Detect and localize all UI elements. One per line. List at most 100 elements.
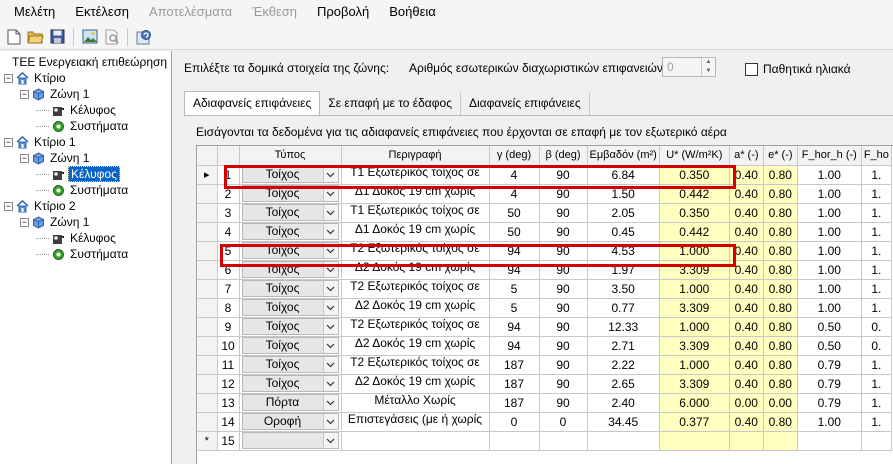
menu-item-3[interactable]: Έκθεση [242, 0, 307, 24]
e-cell[interactable]: 0.80 [763, 412, 798, 432]
description-cell[interactable]: Δ2 Δοκός 19 cm χωρίς [341, 298, 490, 318]
b-cell[interactable]: 90 [539, 241, 588, 261]
e-cell[interactable]: 0.00 [763, 393, 798, 413]
b-cell[interactable] [539, 431, 588, 451]
fh2-cell[interactable] [861, 431, 892, 451]
a-cell[interactable]: 0.40 [729, 279, 764, 299]
table-row[interactable]: 3 Τοίχος Τ1 Εξωτερικός τοίχος σε 50 90 2.05 0.… [197, 203, 892, 223]
column-header[interactable]: Τύπος [239, 146, 342, 166]
new-file-icon[interactable] [4, 27, 23, 46]
a-cell[interactable]: 0.40 [729, 222, 764, 242]
tree-node-systems[interactable]: Συστήματα [36, 246, 130, 262]
g-cell[interactable]: 5 [489, 298, 540, 318]
type-dropdown[interactable]: Οροφή [241, 413, 339, 430]
g-cell[interactable]: 50 [489, 203, 540, 223]
tree-node-building[interactable]: − Κτίριο 1 [4, 134, 78, 150]
fh-cell[interactable]: 1.00 [797, 260, 862, 280]
type-cell[interactable]: Οροφή [239, 412, 342, 432]
table-row[interactable]: ▸ 1 Τοίχος Τ1 Εξωτερικός τοίχος σε 4 90 6.84 0.… [197, 165, 892, 185]
row-marker[interactable]: * [197, 431, 218, 451]
fh-cell[interactable]: 1.00 [797, 241, 862, 261]
type-cell[interactable]: Τοίχος [239, 355, 342, 375]
table-row[interactable]: 14 Οροφή Επιστεγάσεις (με ή χωρίς 0 0 34.45 0.… [197, 412, 892, 432]
e-cell[interactable]: 0.80 [763, 317, 798, 337]
tree-node-systems[interactable]: Συστήματα [36, 182, 130, 198]
chevron-down-icon[interactable] [322, 319, 338, 334]
fh2-cell[interactable]: 1. [861, 184, 892, 204]
menu-item-0[interactable]: Μελέτη [4, 0, 65, 24]
type-dropdown[interactable]: Τοίχος [241, 242, 339, 259]
refresh-icon[interactable] [134, 27, 153, 46]
fh2-cell[interactable]: 1. [861, 241, 892, 261]
fh-cell[interactable] [797, 431, 862, 451]
fh2-cell[interactable]: 0. [861, 336, 892, 356]
fh2-cell[interactable]: 1. [861, 412, 892, 432]
u-cell[interactable]: 1.000 [659, 241, 730, 261]
tab-transparent-surfaces[interactable]: Διαφανείς επιφάνειες [461, 93, 590, 115]
collapse-icon[interactable]: − [20, 153, 29, 163]
type-cell[interactable]: Τοίχος [239, 260, 342, 280]
e-cell[interactable]: 0.80 [763, 260, 798, 280]
column-header[interactable]: β (deg) [539, 146, 588, 166]
e-cell[interactable]: 0.80 [763, 203, 798, 223]
table-row[interactable]: 13 Πόρτα Μέταλλο Χωρίς 187 90 2.40 6.000 0.00 0.… [197, 393, 892, 413]
row-marker[interactable] [197, 279, 218, 299]
table-row[interactable]: 9 Τοίχος Τ2 Εξωτερικός τοίχος σε 94 90 12.33 1… [197, 317, 892, 337]
fh-cell[interactable]: 1.00 [797, 279, 862, 299]
column-header[interactable]: F_ho [861, 146, 892, 166]
g-cell[interactable]: 187 [489, 355, 540, 375]
table-row[interactable]: 10 Τοίχος Δ2 Δοκός 19 cm χωρίς 94 90 2.71 3.30… [197, 336, 892, 356]
tree-node-shell[interactable]: Κέλυφος [36, 102, 118, 118]
passive-solar-checkbox[interactable] [745, 62, 758, 76]
b-cell[interactable]: 90 [539, 317, 588, 337]
type-cell[interactable]: Τοίχος [239, 279, 342, 299]
area-cell[interactable]: 3.50 [587, 279, 660, 299]
chevron-down-icon[interactable] [322, 414, 338, 429]
menu-item-1[interactable]: Εκτέλεση [65, 0, 139, 24]
a-cell[interactable]: 0.40 [729, 412, 764, 432]
fh-cell[interactable]: 1.00 [797, 203, 862, 223]
e-cell[interactable]: 0.80 [763, 241, 798, 261]
type-dropdown[interactable]: Τοίχος [241, 337, 339, 354]
fh2-cell[interactable]: 1. [861, 222, 892, 242]
chevron-down-icon[interactable] [322, 167, 338, 182]
g-cell[interactable]: 4 [489, 184, 540, 204]
menu-item-2[interactable]: Αποτελέσματα [139, 0, 242, 24]
row-marker[interactable] [197, 203, 218, 223]
collapse-icon[interactable]: − [20, 217, 29, 227]
row-marker[interactable] [197, 336, 218, 356]
fh2-cell[interactable]: 1. [861, 165, 892, 185]
u-cell[interactable]: 1.000 [659, 279, 730, 299]
fh-cell[interactable]: 0.50 [797, 336, 862, 356]
e-cell[interactable]: 0.80 [763, 222, 798, 242]
u-cell[interactable]: 0.442 [659, 222, 730, 242]
a-cell[interactable]: 0.40 [729, 241, 764, 261]
tree-node-shell[interactable]: Κέλυφος [36, 230, 118, 246]
fh-cell[interactable]: 0.79 [797, 374, 862, 394]
g-cell[interactable]: 94 [489, 260, 540, 280]
b-cell[interactable]: 0 [539, 412, 588, 432]
u-cell[interactable]: 3.309 [659, 374, 730, 394]
b-cell[interactable]: 90 [539, 374, 588, 394]
tree-node-shell[interactable]: Κέλυφος [36, 166, 120, 182]
type-dropdown[interactable]: Τοίχος [241, 223, 339, 240]
e-cell[interactable] [763, 431, 798, 451]
column-header[interactable]: γ (deg) [489, 146, 540, 166]
stepper-down-icon[interactable]: ▼ [702, 67, 715, 76]
b-cell[interactable]: 90 [539, 260, 588, 280]
chevron-down-icon[interactable] [322, 376, 338, 391]
chevron-down-icon[interactable] [322, 224, 338, 239]
description-cell[interactable]: Τ1 Εξωτερικός τοίχος σε [341, 203, 490, 223]
g-cell[interactable] [489, 431, 540, 451]
row-marker[interactable] [197, 260, 218, 280]
u-cell[interactable]: 0.442 [659, 184, 730, 204]
type-dropdown[interactable]: Τοίχος [241, 299, 339, 316]
chevron-down-icon[interactable] [322, 300, 338, 315]
collapse-icon[interactable]: − [4, 201, 13, 211]
b-cell[interactable]: 90 [539, 279, 588, 299]
type-dropdown[interactable] [241, 432, 339, 449]
area-cell[interactable]: 2.71 [587, 336, 660, 356]
chevron-down-icon[interactable] [322, 357, 338, 372]
table-row[interactable]: 8 Τοίχος Δ2 Δοκός 19 cm χωρίς 5 90 0.77 3.309 0… [197, 298, 892, 318]
fh-cell[interactable]: 0.79 [797, 355, 862, 375]
